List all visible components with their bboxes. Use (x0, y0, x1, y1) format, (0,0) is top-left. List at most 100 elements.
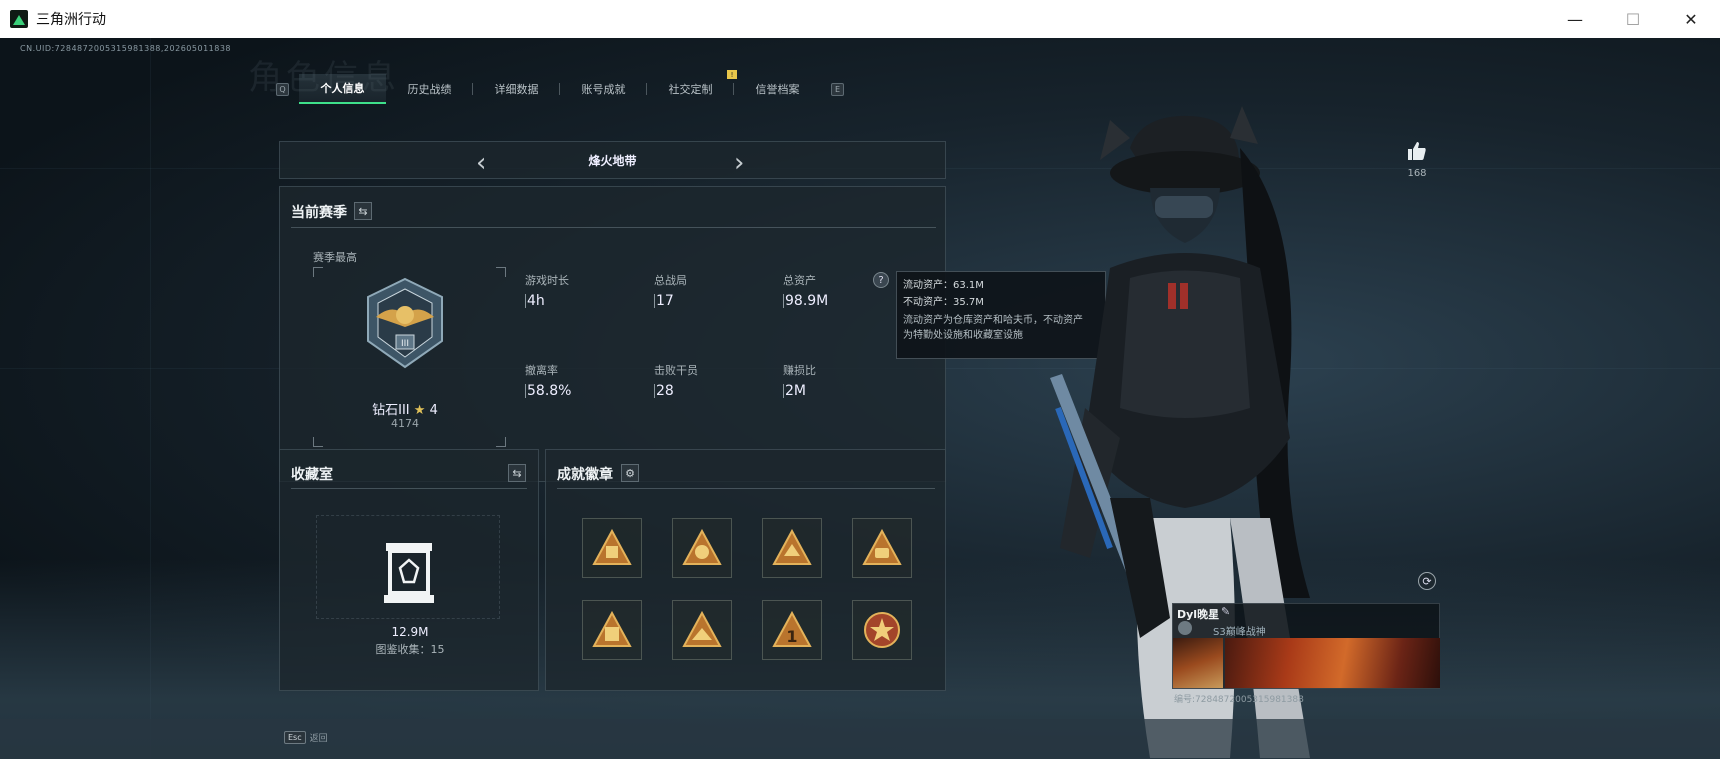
tab-label: 详细数据 (494, 83, 539, 96)
swap-icon[interactable]: ⇆ (508, 464, 526, 482)
bottom-bar (0, 719, 1720, 759)
gear-icon[interactable]: ⚙ (621, 464, 639, 482)
achievement-panel: 成就徽章 ⚙ 1 (545, 449, 946, 691)
help-icon[interactable]: ? (873, 272, 889, 288)
stat-label: 赚损比 (783, 364, 816, 377)
stat-value: 58.8% (525, 383, 572, 399)
stat-profit-ratio: 赚损比 2M (783, 362, 816, 398)
stat-total-assets: 总资产 98.9M (783, 272, 828, 308)
stat-label: 撤离率 (525, 364, 558, 377)
stat-extract-rate: 撤离率 58.8% (525, 362, 571, 398)
tab-label: 个人信息 (320, 82, 365, 95)
tab-social[interactable]: 社交定制 (647, 74, 734, 104)
tab-history[interactable]: 历史战绩 (386, 74, 473, 104)
player-name: Dyl晚星 (1177, 608, 1220, 621)
tab-label: 历史战绩 (407, 83, 452, 96)
back-label: 返回 (309, 734, 328, 744)
tab-personal-info[interactable]: 个人信息 (299, 74, 386, 104)
frame-corner (496, 437, 506, 447)
card-thumbnail (1173, 638, 1223, 688)
stat-play-time: 游戏时长 4h (525, 272, 569, 308)
stat-label: 击败干员 (654, 364, 698, 377)
close-button[interactable]: ✕ (1662, 0, 1720, 38)
card-banner (1225, 638, 1440, 688)
collection-title: 收藏室 (291, 467, 333, 483)
badge-8-icon (864, 612, 900, 648)
svg-text:1: 1 (786, 627, 797, 646)
badge-7-icon: 1 (772, 610, 812, 647)
frame-corner (313, 267, 323, 277)
stat-value: 2M (783, 384, 816, 398)
tab-details[interactable]: 详细数据 (473, 74, 560, 104)
collection-panel: 收藏室 ⇆ 12.9M 图鉴收集：15 (279, 449, 539, 691)
minimize-button[interactable]: — (1546, 0, 1604, 38)
stat-value: 98.9M (783, 293, 829, 309)
notification-badge: ! (727, 70, 737, 79)
achievement-badge[interactable] (582, 600, 642, 660)
badge-2-icon (682, 528, 722, 565)
esc-key-hint: Esc (284, 731, 306, 744)
achievement-badge[interactable]: 1 (762, 600, 822, 660)
divider (291, 488, 527, 489)
mode-next-arrow[interactable]: › (734, 148, 744, 178)
badge-6-icon (682, 610, 722, 647)
game-scene: CN.UID:7284872005315981388,202605011838 … (0, 38, 1720, 759)
frame-corner (496, 267, 506, 277)
window-controls: — ☐ ✕ (1546, 0, 1720, 38)
season-best-label: 赛季最高 (313, 251, 357, 264)
edit-icon[interactable]: ✎ (1221, 605, 1230, 618)
tab-next-key[interactable]: E (831, 82, 844, 96)
achievement-badge[interactable] (762, 518, 822, 578)
achievement-badge[interactable] (852, 600, 912, 660)
stat-label: 总资产 (783, 274, 816, 287)
like-count: 168 (1407, 168, 1427, 179)
badge-1-icon (592, 528, 632, 565)
rank-emblem-icon: III (367, 277, 443, 369)
rank-score: 4174 (391, 417, 419, 430)
tab-label: 账号成就 (581, 83, 626, 96)
stat-total-matches: 总战局 17 (654, 272, 687, 308)
uid-label: CN.UID:7284872005315981388,202605011838 (20, 44, 232, 53)
back-button[interactable]: Esc 返回 (284, 731, 328, 744)
display-case-icon (384, 543, 434, 603)
mode-selector: ‹ 烽火地带 › (279, 141, 946, 179)
collection-count: 图鉴收集：15 (375, 643, 445, 656)
achievement-badge[interactable] (582, 518, 642, 578)
rank-stars: 4 (429, 403, 438, 418)
avatar (1178, 621, 1192, 635)
swap-icon[interactable]: ⇆ (354, 202, 372, 220)
achievement-badge[interactable] (672, 600, 732, 660)
rank-name: 钻石III ★ 4 (340, 399, 470, 418)
achievement-badge[interactable] (852, 518, 912, 578)
app-logo-icon (10, 10, 28, 28)
player-id: 编号:7284872005315981388 (1174, 695, 1304, 705)
stat-kills: 击败干员 28 (654, 362, 698, 398)
refresh-icon[interactable]: ⟳ (1418, 572, 1436, 590)
rank-tier: 钻石III (372, 403, 410, 418)
achievement-badge[interactable] (672, 518, 732, 578)
stat-value: 28 (654, 384, 698, 398)
tab-label: 社交定制 (668, 83, 713, 96)
likes-counter[interactable]: 168 (1402, 140, 1432, 179)
tab-reputation[interactable]: 信誉档案 (734, 74, 821, 104)
maximize-button[interactable]: ☐ (1604, 0, 1662, 38)
tab-prev-key[interactable]: Q (276, 82, 289, 96)
player-title: S3巅峰战神 (1213, 627, 1266, 638)
collection-value: 12.9M (391, 625, 429, 639)
window-titlebar: 三角洲行动 — ☐ ✕ (0, 0, 1720, 38)
badge-4-icon (862, 528, 902, 565)
season-panel: 当前赛季 ⇆ 赛季最高 III 钻石III ★ 4 4174 游戏时长 4h 总… (279, 186, 946, 482)
divider (291, 227, 936, 228)
divider (557, 488, 935, 489)
frame-corner (313, 437, 323, 447)
mode-name: 烽火地带 (588, 153, 637, 168)
tab-bar: Q 个人信息 历史战绩 详细数据 账号成就 社交定制 信誉档案 E (276, 74, 844, 104)
tab-label: 信誉档案 (755, 83, 800, 96)
thumbs-up-icon (1408, 142, 1426, 160)
mode-prev-arrow[interactable]: ‹ (476, 148, 486, 178)
badge-3-icon (772, 528, 812, 565)
badge-5-icon (592, 610, 632, 647)
stat-value: 17 (654, 294, 687, 308)
player-card: Dyl晚星 ✎ S3巅峰战神 (1172, 603, 1440, 689)
tab-achievements[interactable]: 账号成就 (560, 74, 647, 104)
